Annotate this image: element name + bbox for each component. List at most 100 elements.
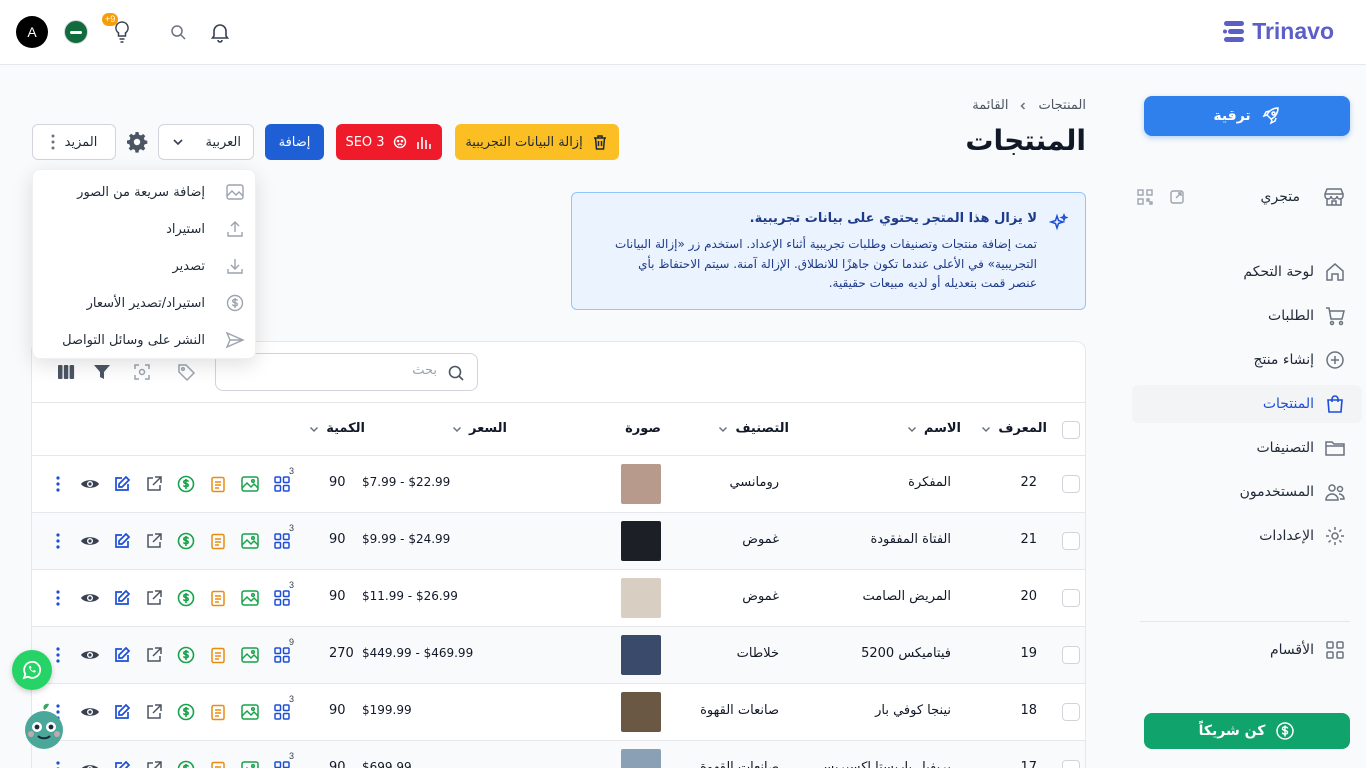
menu-item-social-publish[interactable]: النشر على وسائل التواصل bbox=[41, 326, 245, 354]
table-row[interactable]: 19 فيتاميكس 5200 خلاطات $449.99 - $469.99 27… bbox=[32, 627, 1085, 684]
cell-name[interactable]: فيتاميكس 5200 bbox=[861, 646, 951, 661]
more-button[interactable]: المزيد bbox=[32, 124, 116, 160]
variants-grid-icon[interactable]: 3 bbox=[266, 751, 298, 768]
clipboard-icon[interactable] bbox=[202, 530, 234, 552]
language-select[interactable]: العربية bbox=[158, 124, 254, 160]
image-icon[interactable] bbox=[234, 587, 266, 609]
search-icon[interactable] bbox=[164, 20, 188, 44]
sidebar-item-settings[interactable]: الإعدادات bbox=[1132, 517, 1362, 555]
more-vertical-icon[interactable] bbox=[42, 473, 74, 495]
eye-icon[interactable] bbox=[74, 758, 106, 768]
eye-icon[interactable] bbox=[74, 701, 106, 723]
cell-name[interactable]: نينجا كوفي بار bbox=[875, 703, 951, 718]
edit-icon[interactable] bbox=[106, 644, 138, 666]
sidebar-item-dashboard[interactable]: لوحة التحكم bbox=[1132, 253, 1362, 291]
column-header-id[interactable]: المعرف bbox=[980, 421, 1047, 436]
cell-name[interactable]: المريض الصامت bbox=[863, 589, 951, 604]
scan-icon[interactable] bbox=[132, 362, 152, 382]
become-partner-button[interactable]: كن شريكاً bbox=[1144, 713, 1350, 749]
eye-icon[interactable] bbox=[74, 587, 106, 609]
seo-button[interactable]: SEO 3 bbox=[336, 124, 442, 160]
edit-icon[interactable] bbox=[106, 758, 138, 768]
saudi-flag-icon[interactable] bbox=[64, 20, 88, 44]
sidebar-item-orders[interactable]: الطلبات bbox=[1132, 297, 1362, 335]
variants-grid-icon[interactable]: 3 bbox=[266, 694, 298, 723]
breadcrumb-current[interactable]: القائمة bbox=[972, 98, 1008, 113]
external-link-icon[interactable] bbox=[138, 530, 170, 552]
more-vertical-icon[interactable] bbox=[42, 530, 74, 552]
add-button[interactable]: إضافة bbox=[265, 124, 324, 160]
external-link-icon[interactable] bbox=[138, 587, 170, 609]
more-vertical-icon[interactable] bbox=[42, 587, 74, 609]
product-thumbnail[interactable] bbox=[621, 692, 661, 732]
sidebar-item-create-product[interactable]: إنشاء منتج bbox=[1132, 341, 1362, 379]
variants-grid-icon[interactable]: 3 bbox=[266, 580, 298, 609]
product-thumbnail[interactable] bbox=[621, 635, 661, 675]
tag-icon[interactable] bbox=[176, 362, 196, 382]
cell-name[interactable]: المفكرة bbox=[908, 475, 951, 490]
external-link-icon[interactable] bbox=[138, 758, 170, 768]
table-row[interactable]: 22 المفكرة رومانسي $7.99 - $22.99 90 3 bbox=[32, 456, 1085, 513]
dollar-circle-icon[interactable] bbox=[170, 644, 202, 666]
filter-icon[interactable] bbox=[92, 362, 112, 382]
table-row[interactable]: 21 الفتاة المفقودة غموض $9.99 - $24.99 90 3 bbox=[32, 513, 1085, 570]
menu-item-import[interactable]: استيراد bbox=[41, 215, 245, 243]
edit-icon[interactable] bbox=[106, 530, 138, 552]
image-icon[interactable] bbox=[234, 473, 266, 495]
clipboard-icon[interactable] bbox=[202, 758, 234, 768]
product-thumbnail[interactable] bbox=[621, 521, 661, 561]
dollar-circle-icon[interactable] bbox=[170, 758, 202, 768]
image-icon[interactable] bbox=[234, 644, 266, 666]
more-vertical-icon[interactable] bbox=[42, 758, 74, 768]
sidebar-item-products[interactable]: المنتجات bbox=[1132, 385, 1362, 423]
upgrade-button[interactable]: ترقية bbox=[1144, 96, 1350, 136]
user-avatar[interactable]: A bbox=[16, 16, 48, 48]
column-header-category[interactable]: التصنيف bbox=[717, 421, 789, 436]
external-link-icon[interactable] bbox=[138, 644, 170, 666]
edit-icon[interactable] bbox=[106, 587, 138, 609]
assistant-mascot[interactable] bbox=[22, 702, 66, 750]
sidebar-item-users[interactable]: المستخدمون bbox=[1132, 473, 1362, 511]
variants-grid-icon[interactable]: 3 bbox=[266, 523, 298, 552]
my-store-row[interactable]: متجري bbox=[1137, 182, 1346, 212]
column-header-name[interactable]: الاسم bbox=[906, 421, 961, 436]
clipboard-icon[interactable] bbox=[202, 644, 234, 666]
menu-item-quick-add-images[interactable]: إضافة سريعة من الصور bbox=[41, 178, 245, 206]
eye-icon[interactable] bbox=[74, 644, 106, 666]
row-checkbox[interactable] bbox=[1062, 760, 1080, 768]
sidebar-item-sections[interactable]: الأقسام bbox=[1132, 631, 1362, 669]
cell-name[interactable]: بريفيل باريستا إكسبريس bbox=[818, 760, 951, 768]
image-icon[interactable] bbox=[234, 530, 266, 552]
sidebar-item-categories[interactable]: التصنيفات bbox=[1132, 429, 1362, 467]
table-row[interactable]: 17 بريفيل باريستا إكسبريس صانعات القهوة $69… bbox=[32, 741, 1085, 768]
settings-gear-button[interactable] bbox=[126, 131, 148, 153]
clipboard-icon[interactable] bbox=[202, 587, 234, 609]
whatsapp-button[interactable] bbox=[12, 650, 52, 690]
table-row[interactable]: 20 المريض الصامت غموض $11.99 - $26.99 90 3 bbox=[32, 570, 1085, 627]
image-icon[interactable] bbox=[234, 758, 266, 768]
column-header-price[interactable]: السعر bbox=[451, 421, 507, 436]
column-header-quantity[interactable]: الكمية bbox=[308, 421, 365, 436]
edit-icon[interactable] bbox=[106, 701, 138, 723]
row-checkbox[interactable] bbox=[1062, 589, 1080, 607]
qr-code-icon[interactable] bbox=[1136, 188, 1154, 206]
dollar-circle-icon[interactable] bbox=[170, 530, 202, 552]
table-row[interactable]: 18 نينجا كوفي بار صانعات القهوة $199.99 90 3 bbox=[32, 684, 1085, 741]
row-checkbox[interactable] bbox=[1062, 703, 1080, 721]
external-link-icon[interactable] bbox=[138, 701, 170, 723]
search-input[interactable] bbox=[237, 363, 437, 378]
eye-icon[interactable] bbox=[74, 530, 106, 552]
external-link-icon[interactable] bbox=[138, 473, 170, 495]
eye-icon[interactable] bbox=[74, 473, 106, 495]
product-thumbnail[interactable] bbox=[621, 578, 661, 618]
menu-item-import-export-prices[interactable]: استيراد/تصدير الأسعار bbox=[41, 289, 245, 317]
select-all-checkbox[interactable] bbox=[1062, 421, 1080, 439]
columns-icon[interactable] bbox=[56, 362, 76, 382]
dollar-circle-icon[interactable] bbox=[170, 587, 202, 609]
remove-demo-data-button[interactable]: إزالة البيانات التجريبية bbox=[455, 124, 619, 160]
image-icon[interactable] bbox=[234, 701, 266, 723]
clipboard-icon[interactable] bbox=[202, 701, 234, 723]
row-checkbox[interactable] bbox=[1062, 475, 1080, 493]
breadcrumb-root[interactable]: المنتجات bbox=[1038, 98, 1086, 113]
product-thumbnail[interactable] bbox=[621, 464, 661, 504]
